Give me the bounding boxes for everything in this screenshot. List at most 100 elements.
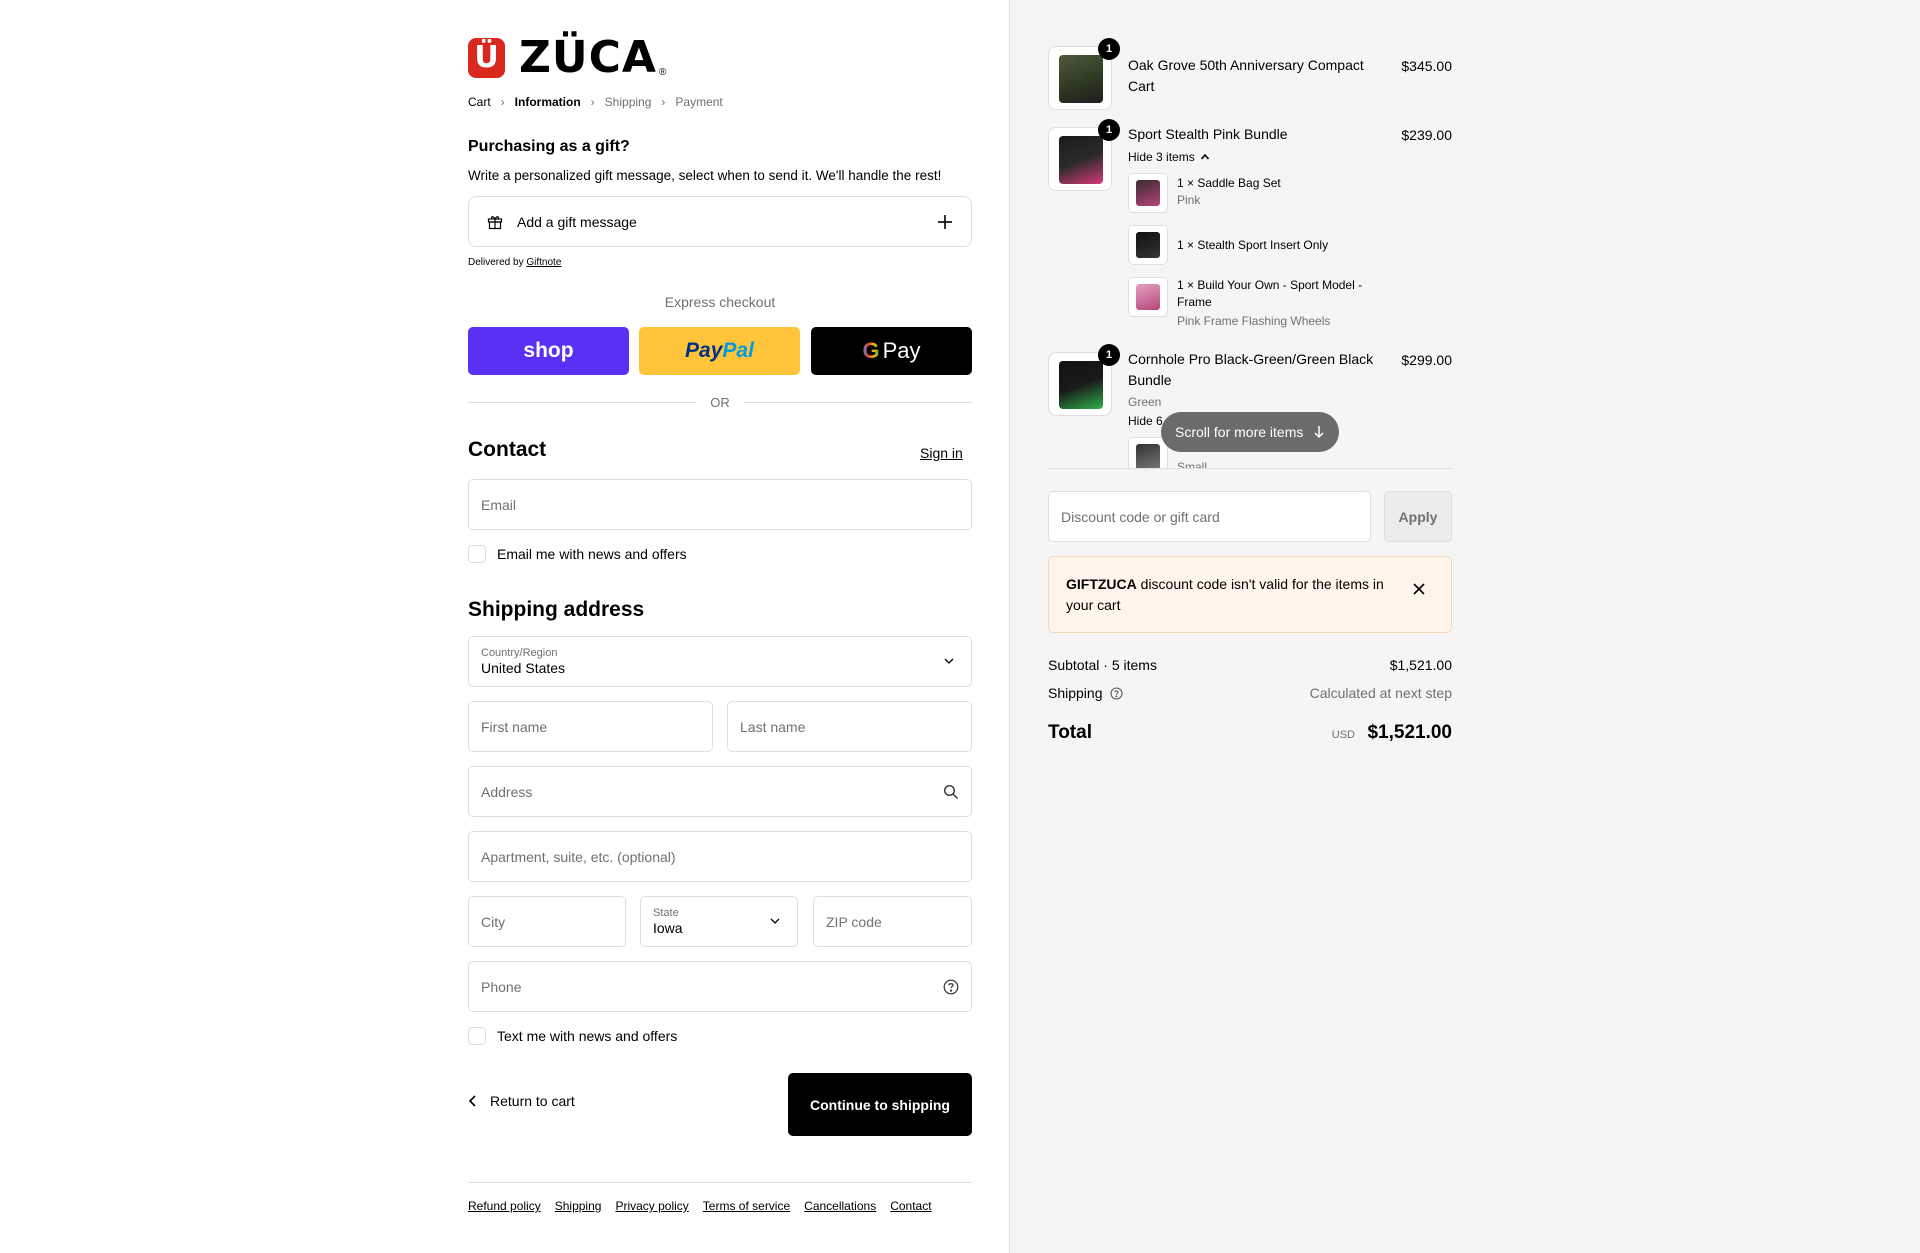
subtotal-label: Subtotal · 5 items [1048, 657, 1157, 673]
discount-code-field[interactable]: Discount code or gift card [1048, 491, 1371, 542]
help-icon[interactable] [1109, 686, 1123, 700]
email-news-checkbox[interactable] [468, 545, 486, 563]
item-name: Oak Grove 50th Anniversary Compact Cart [1128, 57, 1364, 94]
sub-item-thumbnail [1128, 225, 1168, 265]
checkout-form-panel: Ü ZÜCA ® Cart › Information › Shipping ›… [0, 0, 1009, 1253]
sub-item-name: 1 × Stealth Sport Insert Only [1177, 238, 1329, 252]
contact-title: Contact [468, 438, 547, 461]
gift-subtitle: Write a personalized gift message, selec… [468, 168, 942, 183]
country-select[interactable]: Country/Region United States [468, 636, 972, 687]
add-gift-message-button[interactable]: Add a gift message [468, 196, 972, 247]
giftnote-link[interactable]: Giftnote [526, 257, 561, 268]
scroll-for-more-items-button[interactable]: Scroll for more items [1161, 412, 1340, 452]
order-item: 1 Sport Stealth Pink Bundle $239.00 Hide… [1048, 115, 1452, 335]
footer-divider [468, 1182, 972, 1183]
item-variant: Green [1128, 395, 1162, 409]
sub-item-thumbnail [1128, 173, 1168, 213]
sub-item-name: 1 × Build Your Own - Sport Model - Frame [1177, 278, 1363, 309]
text-news-checkbox[interactable] [468, 1027, 486, 1045]
email-news-checkbox-row[interactable]: Email me with news and offers [468, 545, 687, 563]
quantity-badge: 1 [1098, 119, 1120, 141]
hide-items-toggle[interactable]: Hide 6 [1128, 414, 1163, 428]
shop-pay-button[interactable]: shop [468, 327, 629, 375]
zuca-logo-mark: Ü [468, 38, 505, 78]
arrow-down-icon [1314, 426, 1324, 439]
email-field[interactable]: Email [468, 479, 972, 530]
gift-title: Purchasing as a gift? [468, 138, 630, 155]
terms-of-service-link[interactable]: Terms of service [703, 1199, 790, 1213]
sub-item-thumbnail [1128, 437, 1168, 468]
chevron-up-icon [1200, 153, 1209, 160]
shipping-row: Shipping Calculated at next step [1048, 685, 1452, 701]
paypal-button[interactable]: Pay Pal [639, 327, 800, 375]
help-icon[interactable] [943, 979, 959, 995]
search-icon [943, 784, 958, 799]
quantity-badge: 1 [1098, 344, 1120, 366]
zip-code-field[interactable]: ZIP code [813, 896, 972, 947]
footer-links: Refund policy Shipping Privacy policy Te… [468, 1199, 946, 1213]
product-thumbnail: 1 [1048, 119, 1120, 191]
shipping-policy-link[interactable]: Shipping [555, 1199, 602, 1213]
cancellations-link[interactable]: Cancellations [804, 1199, 876, 1213]
registered-mark: ® [658, 67, 667, 78]
express-checkout-label: Express checkout [664, 294, 776, 310]
apartment-field[interactable]: Apartment, suite, etc. (optional) [468, 831, 972, 882]
shipping-label: Shipping [1048, 685, 1103, 701]
zuca-logo-text: ZÜCA [519, 32, 657, 83]
chevron-down-icon [944, 658, 954, 664]
discount-code: GIFTZUCA [1066, 576, 1137, 592]
product-thumbnail: 1 [1048, 38, 1120, 110]
sub-item-variant: Small [1177, 460, 1208, 468]
chevron-down-icon [770, 918, 780, 924]
delivered-by-note: Delivered by Giftnote [468, 257, 562, 268]
breadcrumb-cart[interactable]: Cart [468, 95, 491, 109]
sub-item-name: 1 × Saddle Bag Set [1177, 176, 1281, 190]
breadcrumb: Cart › Information › Shipping › Payment [468, 95, 723, 109]
sub-item-variant: Pink Frame Flashing Wheels [1177, 314, 1331, 328]
city-field[interactable]: City [468, 896, 626, 947]
subtotal-value: $1,521.00 [1389, 657, 1452, 673]
zuca-logo[interactable]: Ü ZÜCA ® [468, 36, 666, 80]
sign-in-link[interactable]: Sign in [920, 445, 963, 461]
privacy-policy-link[interactable]: Privacy policy [615, 1199, 688, 1213]
order-list-divider [1048, 468, 1452, 469]
text-news-checkbox-row[interactable]: Text me with news and offers [468, 1027, 677, 1045]
chevron-right-icon: › [661, 95, 666, 109]
discount-error-alert: GIFTZUCA discount code isn't valid for t… [1048, 556, 1452, 633]
item-name: Cornhole Pro Black-Green/Green Black Bun… [1128, 351, 1374, 388]
breadcrumb-payment: Payment [675, 95, 723, 109]
sub-item-thumbnail [1128, 277, 1168, 317]
item-name: Sport Stealth Pink Bundle [1128, 126, 1288, 142]
google-pay-button[interactable]: G Pay [811, 327, 972, 375]
refund-policy-link[interactable]: Refund policy [468, 1199, 541, 1213]
item-price: $239.00 [1401, 127, 1452, 143]
total-value: $1,521.00 [1367, 722, 1452, 743]
hide-items-toggle[interactable]: Hide 3 items [1128, 150, 1210, 164]
total-row: Total USD $1,521.00 [1048, 722, 1452, 744]
add-gift-message-label: Add a gift message [517, 213, 637, 230]
return-to-cart-link[interactable]: Return to cart [468, 1093, 575, 1109]
chevron-right-icon: › [500, 95, 505, 109]
sub-item-variant: Pink [1177, 193, 1201, 207]
quantity-badge: 1 [1098, 38, 1120, 60]
address-field[interactable]: Address [468, 766, 972, 817]
plus-icon [938, 214, 952, 229]
continue-to-shipping-button[interactable]: Continue to shipping [788, 1073, 972, 1136]
contact-link[interactable]: Contact [890, 1199, 931, 1213]
close-icon[interactable] [1413, 583, 1425, 595]
total-label: Total [1048, 722, 1092, 743]
currency-code: USD [1331, 729, 1356, 741]
last-name-field[interactable]: Last name [727, 701, 972, 752]
chevron-right-icon: › [590, 95, 595, 109]
item-price: $299.00 [1401, 352, 1452, 368]
item-price: $345.00 [1401, 58, 1452, 74]
gift-icon [487, 215, 503, 229]
shipping-address-title: Shipping address [468, 598, 645, 621]
state-select[interactable]: State Iowa [640, 896, 798, 947]
phone-field[interactable]: Phone [468, 961, 972, 1012]
product-thumbnail: 1 [1048, 344, 1120, 416]
first-name-field[interactable]: First name [468, 701, 713, 752]
breadcrumb-information: Information [514, 95, 581, 109]
apply-discount-button[interactable]: Apply [1384, 491, 1452, 542]
shipping-value: Calculated at next step [1309, 685, 1452, 701]
